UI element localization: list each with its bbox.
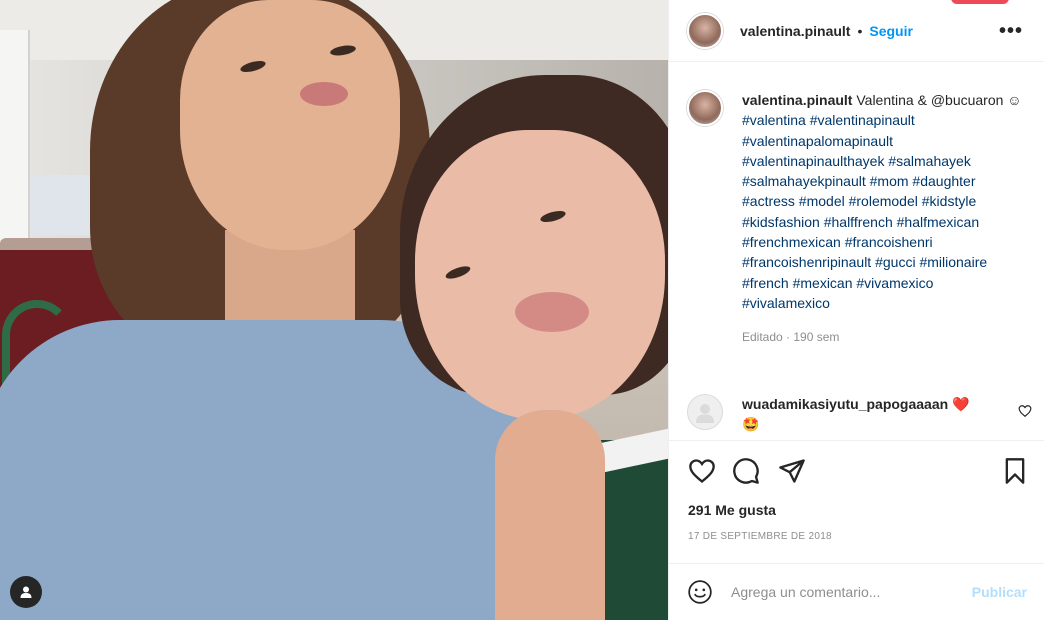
add-comment-bar: Agrega un comentario... Publicar	[669, 563, 1044, 620]
bookmark-icon[interactable]	[1001, 457, 1029, 485]
photo-lips	[515, 292, 589, 332]
heart-icon[interactable]	[688, 457, 716, 485]
photo-girl-left-face	[180, 0, 400, 250]
photo-window	[0, 30, 30, 240]
photo-lamp	[30, 175, 92, 235]
photo-arm	[495, 410, 605, 620]
post-header: valentina.pinault • Seguir •••	[669, 0, 1044, 62]
publish-button[interactable]: Publicar	[972, 584, 1027, 600]
post-photo[interactable]	[0, 0, 668, 620]
comment-username[interactable]: wuadamikasiyutu_papogaaaan	[742, 396, 948, 412]
post-side-panel: valentina.pinault • Seguir ••• valentina…	[668, 0, 1044, 620]
comment-icon[interactable]	[732, 457, 760, 485]
post-caption: valentina.pinault Valentina & @bucuaron …	[687, 90, 1037, 348]
avatar[interactable]	[687, 12, 723, 49]
caption-avatar[interactable]	[687, 90, 723, 126]
separator-dot: •	[857, 22, 863, 39]
comment-input[interactable]: Agrega un comentario...	[731, 584, 880, 600]
post-actions-bar	[669, 440, 1044, 500]
comment-emoji-face: 🤩	[742, 416, 760, 432]
post-date[interactable]: 17 DE SEPTIEMBRE DE 2018	[688, 531, 832, 542]
comment-avatar[interactable]	[687, 394, 723, 430]
default-user-icon	[696, 404, 714, 423]
photo-lips	[300, 82, 348, 106]
emoji-icon[interactable]	[687, 579, 713, 605]
comment-like-icon[interactable]	[1018, 404, 1032, 418]
post-username[interactable]: valentina.pinault	[740, 23, 850, 39]
send-icon[interactable]	[778, 457, 806, 485]
caption-username[interactable]: valentina.pinault	[742, 92, 852, 108]
comment-emoji-heart: ❤️	[952, 396, 970, 412]
tagged-users-button[interactable]	[10, 576, 42, 608]
user-icon	[20, 586, 32, 598]
comment-item: wuadamikasiyutu_papogaaaan ❤️ 🤩	[687, 394, 1037, 434]
more-options-icon[interactable]: •••	[999, 20, 1023, 43]
follow-button[interactable]: Seguir	[869, 23, 913, 39]
caption-meta: Editado · 190 sem	[742, 330, 840, 345]
likes-count[interactable]: 291 Me gusta	[688, 502, 776, 518]
caption-hashtags[interactable]: #valentina #valentinapinault #valentinap…	[742, 112, 987, 311]
caption-text: Valentina & @bucuaron ☺	[856, 92, 1022, 108]
